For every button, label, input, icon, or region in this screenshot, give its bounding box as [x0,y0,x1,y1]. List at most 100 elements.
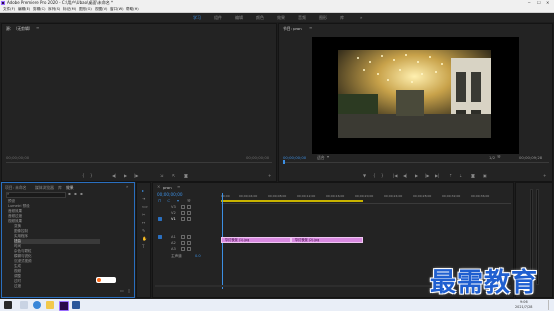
menu-window[interactable]: 窗口(W) [110,6,124,12]
toggle-sync-lock-icon[interactable] [181,211,185,215]
razor-tool-icon[interactable]: ✂ [142,213,145,217]
workspace-audio[interactable]: 音频 [298,15,306,21]
clock-date[interactable]: 2021/7/28 [515,305,532,309]
play-icon[interactable]: ▶ [415,174,418,178]
mark-in-icon[interactable]: { [373,174,376,178]
edge-browser-icon[interactable] [33,301,41,309]
linked-selection-icon[interactable]: ⊂ [167,199,170,203]
play-icon[interactable]: ▶ [124,174,127,178]
menu-graphics[interactable]: 图形(G) [79,6,92,12]
toggle-output-eye-icon[interactable] [187,211,191,215]
program-scrubber[interactable] [283,162,549,163]
master-volume-value[interactable]: 0.0 [195,254,201,258]
pen-tool-icon[interactable]: ✎ [142,229,145,233]
add-button-icon[interactable]: + [543,174,546,178]
mark-out-icon[interactable]: } [90,174,93,178]
ripple-edit-tool-icon[interactable]: ⟺ [142,205,148,209]
program-timecode[interactable]: 00;00;00;00 [283,155,306,160]
type-tool-icon[interactable]: T [142,245,144,249]
step-back-icon[interactable]: ◀| [403,174,407,178]
add-button-icon[interactable]: + [268,174,271,178]
menu-view[interactable]: 视图(V) [95,6,107,12]
workspace-assembly[interactable]: 组件 [214,15,222,21]
timeline-clip[interactable]: 华灯夜景 (2).jpg [291,237,363,243]
mark-in-icon[interactable]: { [82,174,85,178]
accelerated-effects-icon[interactable]: ▪ [68,192,71,196]
32bit-effects-icon[interactable]: ▪ [74,192,77,196]
workspace-effects[interactable]: 效果 [277,15,285,21]
new-bin-icon[interactable]: ▭ [120,289,124,293]
fit-dropdown[interactable]: 适合 [317,155,325,161]
workspace-editing[interactable]: 编辑 [235,15,243,21]
work-area-bar[interactable] [221,200,363,202]
toggle-output-eye-icon[interactable] [187,217,191,221]
insert-icon[interactable]: ⇲ [160,174,163,178]
menu-sequence[interactable]: 序列(S) [48,6,60,12]
workspace-libraries[interactable]: 库 [340,15,344,21]
menu-file[interactable]: 文件(F) [3,6,15,12]
start-icon[interactable] [4,301,12,309]
playhead-marker[interactable] [283,160,285,164]
solo-icon[interactable] [187,247,191,251]
extract-icon[interactable]: ⇣ [459,174,462,178]
delete-icon[interactable]: ▯ [128,289,130,293]
toggle-sync-lock-icon[interactable] [181,217,185,221]
panel-menu-icon[interactable]: ≡ [309,26,312,30]
file-explorer-icon[interactable] [46,301,54,309]
show-desktop-button[interactable] [548,300,549,310]
source-patch-a1[interactable] [158,235,162,239]
panel-menu-icon[interactable]: ≡ [177,185,180,189]
resolution-dropdown[interactable]: 1/2 [489,155,495,160]
lift-icon[interactable]: ⇡ [449,174,452,178]
track-select-tool-icon[interactable]: ⇥ [142,197,145,201]
overwrite-icon[interactable]: ⇱ [172,174,175,178]
workspace-learn[interactable]: 学习 [193,15,201,21]
tree-item-selected[interactable]: 扭曲 [14,239,100,244]
mute-icon[interactable] [181,247,185,251]
word-icon[interactable] [72,301,80,309]
clock-time[interactable]: 9:06 [520,300,528,304]
timeline-clip[interactable]: 华灯夜景 (1).jpg [221,237,291,243]
menu-edit[interactable]: 编辑(E) [18,6,30,12]
menu-marker[interactable]: 标记(M) [63,6,76,12]
settings-wrench-icon[interactable]: ⚒ [187,199,191,203]
time-ruler[interactable]: 00;00 00;00;04;00 00;00;08;00 00;00;12;0… [221,193,511,204]
step-forward-icon[interactable]: |▶ [134,174,138,178]
snap-icon[interactable]: ⊓ [158,199,161,203]
marker-icon[interactable]: ▼ [363,174,366,178]
mute-icon[interactable] [181,235,185,239]
tab-libraries[interactable]: 库 [58,185,62,191]
slip-tool-icon[interactable]: ↔ [142,221,145,225]
mute-icon[interactable] [181,241,185,245]
yuv-effects-icon[interactable]: ▪ [80,192,83,196]
add-marker-icon[interactable]: ▾ [177,199,179,203]
workspace-graphics[interactable]: 图形 [319,15,327,21]
hand-tool-icon[interactable]: ✋ [142,237,147,241]
step-back-icon[interactable]: ◀| [112,174,116,178]
program-tab[interactable]: 节目: pron [283,26,302,32]
ime-toolbar[interactable] [96,277,116,283]
mark-out-icon[interactable]: } [381,174,384,178]
step-forward-icon[interactable]: |▶ [425,174,429,178]
source-patch-v1[interactable] [158,217,162,221]
go-to-out-icon[interactable]: ▶| [435,174,439,178]
source-tab[interactable]: 源：（无剪辑） [6,26,33,32]
task-view-icon[interactable] [20,301,28,309]
tree-item[interactable]: 过渡 [14,284,21,289]
workspace-color[interactable]: 颜色 [256,15,264,21]
menu-clip[interactable]: 剪辑(C) [33,6,46,12]
workspace-more-icon[interactable]: » [360,15,362,20]
export-frame-icon[interactable]: ◙ [184,174,188,178]
compare-icon[interactable]: ▣ [483,174,487,178]
close-icon[interactable]: × [157,185,160,189]
source-scrubber[interactable] [6,162,272,163]
premiere-taskbar-icon[interactable] [59,301,69,311]
solo-icon[interactable] [187,241,191,245]
solo-icon[interactable] [187,235,191,239]
tab-media-browser[interactable]: 媒体浏览器 [35,185,54,191]
panel-menu-icon[interactable]: ≡ [36,26,39,30]
selection-tool-icon[interactable]: ▸ [142,189,144,193]
toggle-sync-lock-icon[interactable] [181,205,185,209]
timeline-timecode[interactable]: 00;00;00;00 [157,192,183,197]
camera-icon[interactable]: ◙ [471,174,475,178]
